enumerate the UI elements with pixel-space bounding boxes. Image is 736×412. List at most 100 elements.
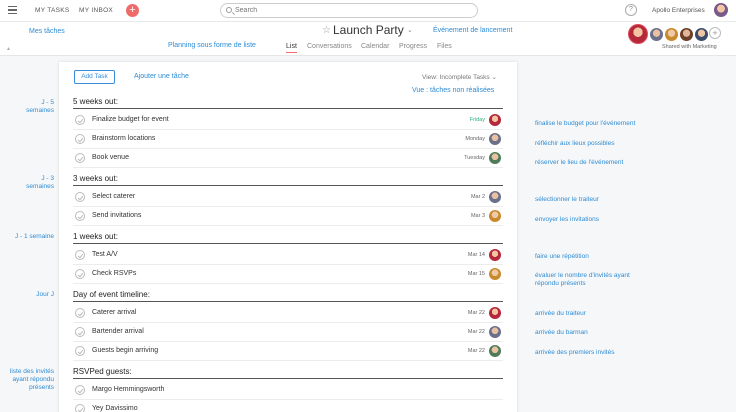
- due-date[interactable]: Mar 15: [468, 271, 485, 277]
- checkbox-icon[interactable]: [75, 404, 85, 412]
- annotation-section-3-weeks: J - 3 semaines: [26, 175, 54, 190]
- due-date[interactable]: Mar 14: [468, 252, 485, 258]
- tab-files[interactable]: Files: [437, 43, 452, 50]
- hamburger-menu-icon[interactable]: [8, 6, 17, 14]
- task-row[interactable]: Guests begin arriving Mar 22: [73, 342, 503, 361]
- annotation-task: envoyer les invitations: [535, 216, 599, 223]
- section-title[interactable]: 5 weeks out:: [73, 97, 118, 106]
- checkbox-icon[interactable]: [75, 308, 85, 318]
- task-row[interactable]: Yey Davissimo: [73, 400, 503, 412]
- search-input[interactable]: [235, 5, 465, 16]
- organization-name[interactable]: Apollo Enterprises: [652, 7, 705, 14]
- assignee-avatar[interactable]: [489, 114, 501, 126]
- assignee-avatar[interactable]: [489, 152, 501, 164]
- task-row[interactable]: Select caterer Mar 2: [73, 188, 503, 207]
- member-avatar[interactable]: [680, 28, 693, 41]
- annotation-task: arrivée du barman: [535, 329, 588, 336]
- annotation-task: arrivée des premiers invités: [535, 349, 615, 356]
- search-icon: [226, 7, 232, 13]
- task-row[interactable]: Test A/V Mar 14: [73, 246, 503, 265]
- checkbox-icon[interactable]: [75, 134, 85, 144]
- member-avatar[interactable]: [665, 28, 678, 41]
- tab-conversations[interactable]: Conversations: [307, 43, 352, 50]
- section-title[interactable]: Day of event timeline:: [73, 290, 150, 299]
- section-divider: [73, 185, 503, 186]
- task-name[interactable]: Caterer arrival: [92, 309, 136, 316]
- task-name[interactable]: Book venue: [92, 154, 129, 161]
- member-avatar[interactable]: [628, 24, 648, 44]
- section-title[interactable]: RSVPed guests:: [73, 367, 132, 376]
- search-bar[interactable]: [220, 3, 478, 18]
- section-title[interactable]: 3 weeks out:: [73, 174, 118, 183]
- task-row[interactable]: Finalize budget for event Friday: [73, 111, 503, 130]
- checkbox-icon[interactable]: [75, 269, 85, 279]
- member-avatar[interactable]: [650, 28, 663, 41]
- user-avatar[interactable]: [714, 3, 728, 17]
- task-name[interactable]: Send invitations: [92, 212, 141, 219]
- checkbox-icon[interactable]: [75, 327, 85, 337]
- task-name[interactable]: Brainstorm locations: [92, 135, 155, 142]
- task-name[interactable]: Yey Davissimo: [92, 405, 138, 412]
- quick-add-button[interactable]: +: [126, 4, 139, 17]
- task-row[interactable]: Brainstorm locations Monday: [73, 130, 503, 149]
- checkbox-icon[interactable]: [75, 346, 85, 356]
- expand-icon[interactable]: ▲: [6, 46, 11, 52]
- add-task-button[interactable]: Add Task: [74, 70, 115, 84]
- section-title[interactable]: 1 weeks out:: [73, 232, 118, 241]
- checkbox-icon[interactable]: [75, 153, 85, 163]
- task-name[interactable]: Select caterer: [92, 193, 135, 200]
- tab-progress[interactable]: Progress: [399, 43, 427, 50]
- assignee-avatar[interactable]: [489, 133, 501, 145]
- assignee-avatar[interactable]: [489, 268, 501, 280]
- add-member-button[interactable]: +: [709, 27, 721, 39]
- annotation-section-5-weeks: J - 5 semaines: [26, 99, 54, 114]
- annotation-my-tasks: Mes tâches: [29, 28, 65, 35]
- member-avatar[interactable]: [695, 28, 708, 41]
- task-name[interactable]: Margo Hemmingsworth: [92, 386, 164, 393]
- annotation-section-1-week: J - 1 semaine: [14, 233, 54, 240]
- task-name[interactable]: Bartender arrival: [92, 328, 144, 335]
- annotation-task: arrivée du traiteur: [535, 310, 586, 317]
- assignee-avatar[interactable]: [489, 307, 501, 319]
- task-row[interactable]: Check RSVPs Mar 15: [73, 265, 503, 284]
- due-date[interactable]: Mar 3: [471, 213, 485, 219]
- assignee-avatar[interactable]: [489, 326, 501, 338]
- due-date[interactable]: Friday: [470, 117, 485, 123]
- assignee-avatar[interactable]: [489, 210, 501, 222]
- checkbox-icon[interactable]: [75, 385, 85, 395]
- annotation-tabs: Planning sous forme de liste: [168, 42, 256, 49]
- tab-calendar[interactable]: Calendar: [361, 43, 389, 50]
- assignee-avatar[interactable]: [489, 191, 501, 203]
- due-date[interactable]: Mar 22: [468, 310, 485, 316]
- section-divider: [73, 243, 503, 244]
- task-name[interactable]: Test A/V: [92, 251, 118, 258]
- due-date[interactable]: Monday: [465, 136, 485, 142]
- my-tasks-link[interactable]: MY TASKS: [35, 7, 70, 14]
- task-row[interactable]: Margo Hemmingsworth: [73, 381, 503, 400]
- view-filter-dropdown[interactable]: View: Incomplete Tasks ⌄: [422, 73, 497, 81]
- task-row[interactable]: Caterer arrival Mar 22: [73, 304, 503, 323]
- checkbox-icon[interactable]: [75, 250, 85, 260]
- checkbox-icon[interactable]: [75, 115, 85, 125]
- task-row[interactable]: Book venue Tuesday: [73, 149, 503, 168]
- star-icon[interactable]: ☆: [322, 25, 331, 36]
- project-title[interactable]: Launch Party: [333, 23, 404, 37]
- due-date[interactable]: Mar 2: [471, 194, 485, 200]
- annotation-section-rsvp: liste des invités ayant répondu présents: [9, 368, 54, 391]
- task-row[interactable]: Bartender arrival Mar 22: [73, 323, 503, 342]
- checkbox-icon[interactable]: [75, 211, 85, 221]
- due-date[interactable]: Mar 22: [468, 329, 485, 335]
- checkbox-icon[interactable]: [75, 192, 85, 202]
- chevron-down-icon[interactable]: ⌄: [407, 26, 413, 34]
- task-row[interactable]: Send invitations Mar 3: [73, 207, 503, 226]
- my-inbox-link[interactable]: MY INBOX: [79, 7, 113, 14]
- tab-list[interactable]: List: [286, 43, 297, 53]
- assignee-avatar[interactable]: [489, 345, 501, 357]
- assignee-avatar[interactable]: [489, 249, 501, 261]
- task-name[interactable]: Guests begin arriving: [92, 347, 158, 354]
- due-date[interactable]: Tuesday: [464, 155, 485, 161]
- task-name[interactable]: Check RSVPs: [92, 270, 136, 277]
- due-date[interactable]: Mar 22: [468, 348, 485, 354]
- help-button[interactable]: ?: [625, 4, 637, 16]
- task-name[interactable]: Finalize budget for event: [92, 116, 169, 123]
